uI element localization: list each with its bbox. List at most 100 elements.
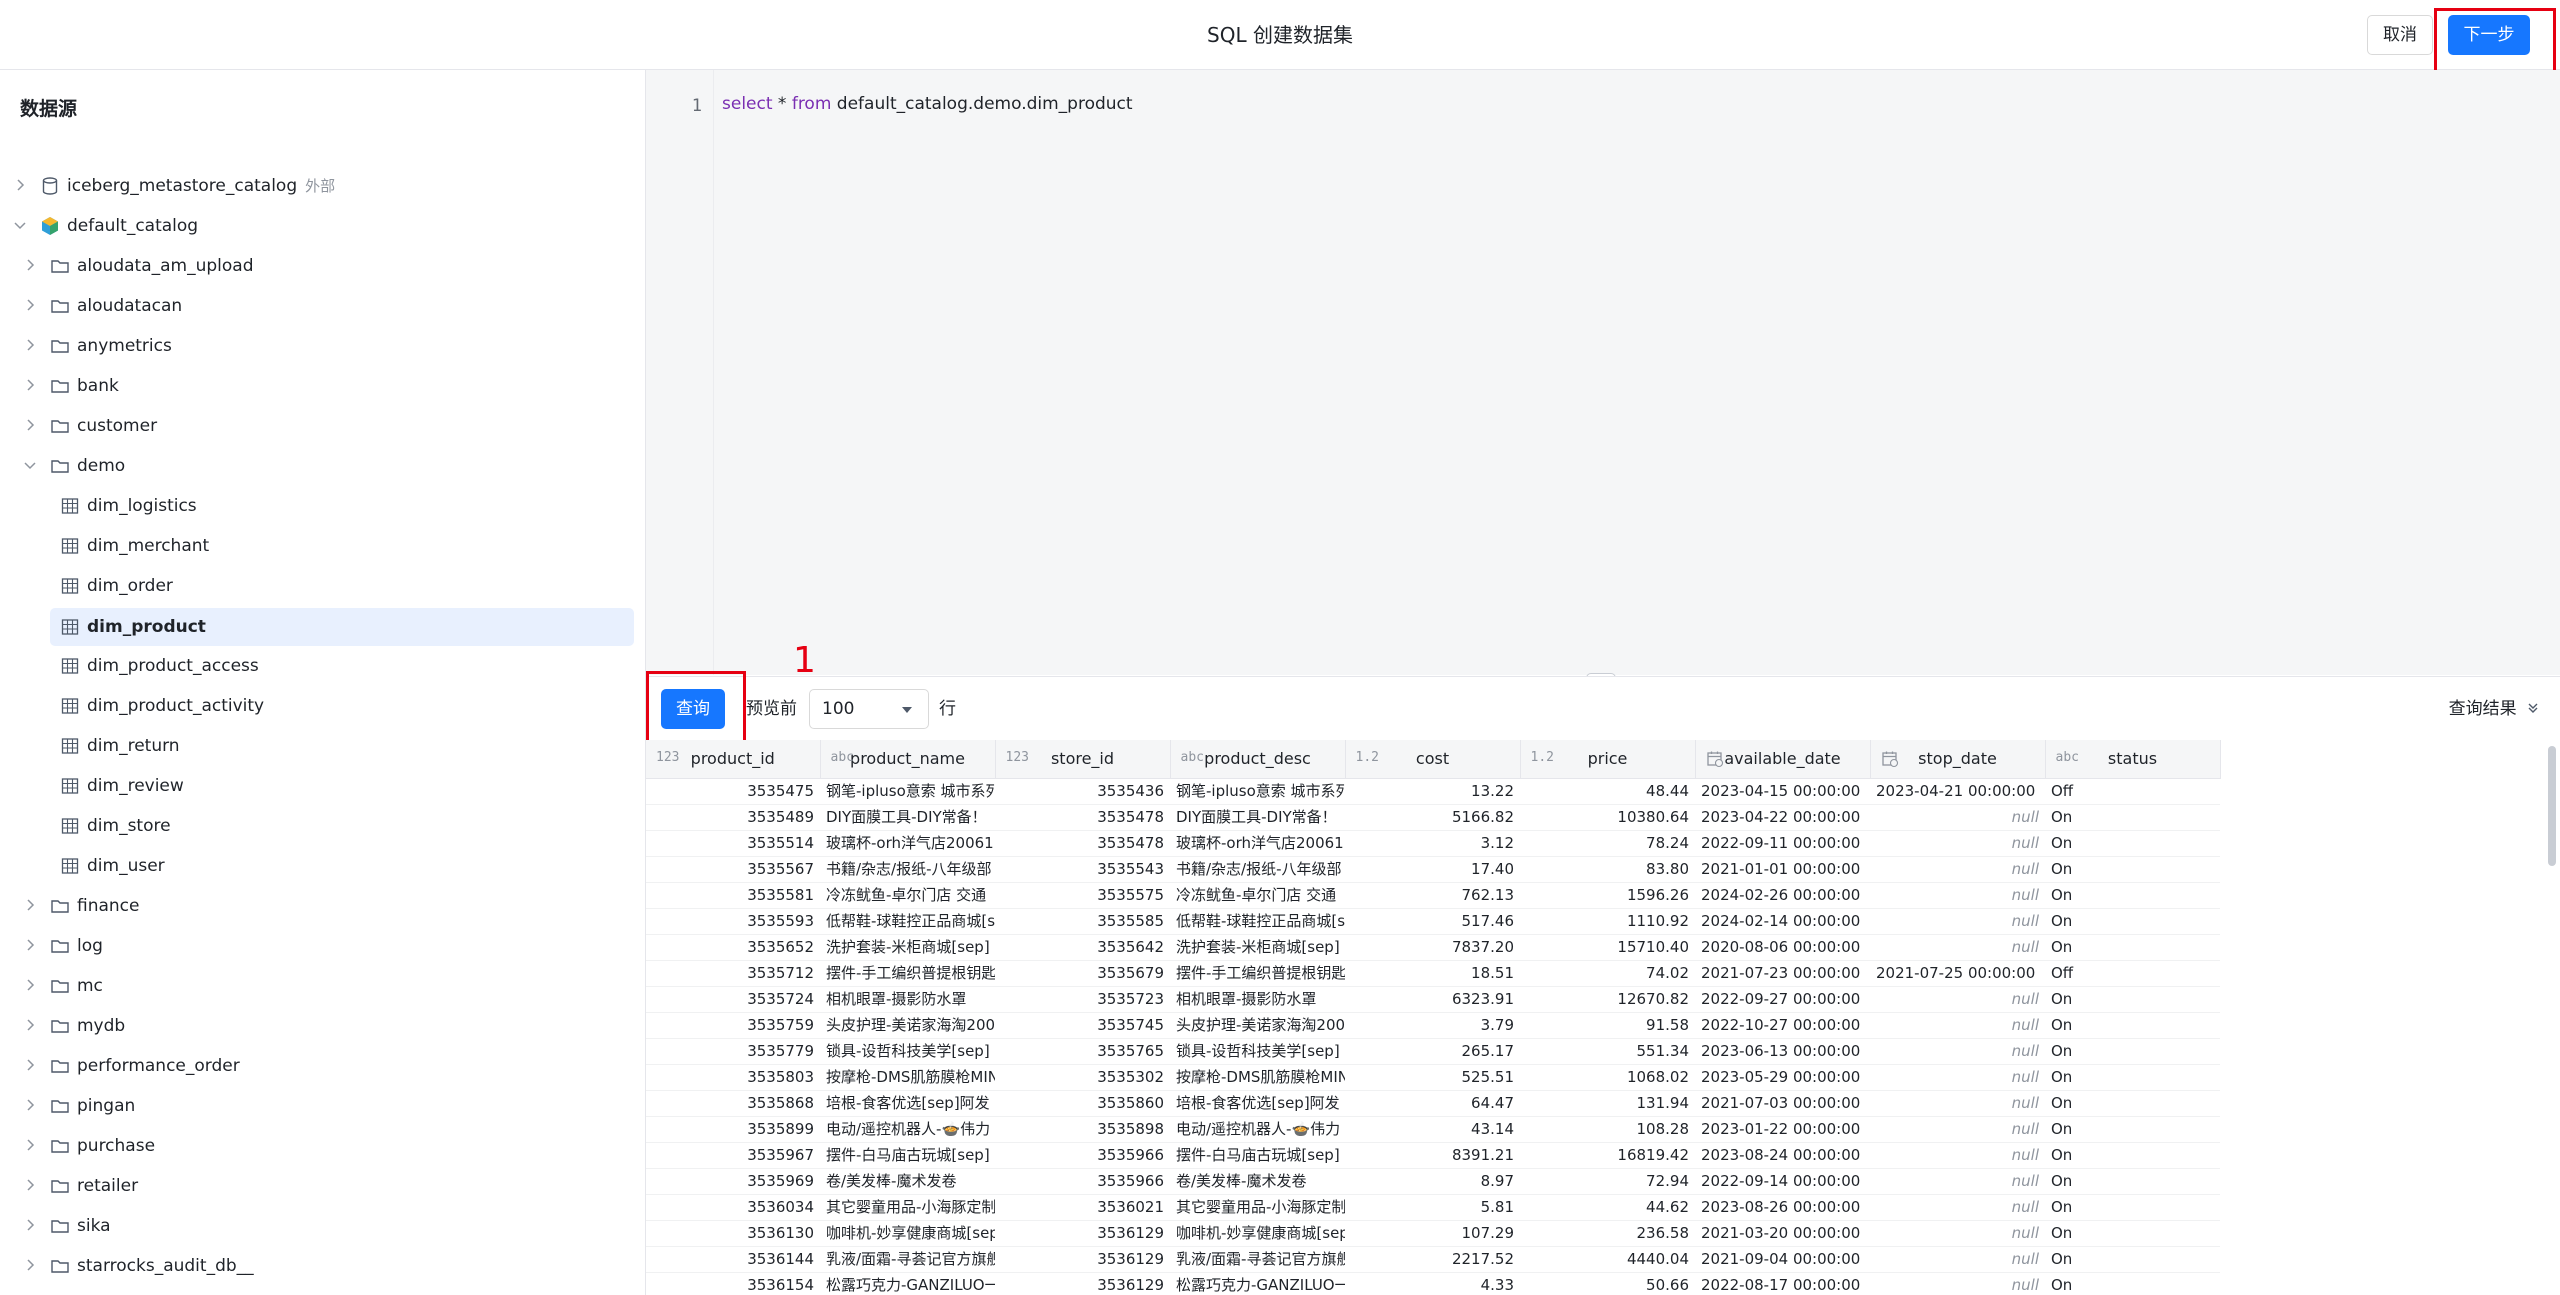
column-header-available-date[interactable]: available_date (1695, 740, 1871, 779)
table-cell: 3.12 (1345, 830, 1520, 857)
chevron-right-icon[interactable] (22, 1017, 38, 1033)
tree-item-dim-product-access[interactable]: dim_product_access (0, 648, 645, 684)
table-row[interactable]: 3535593 低帮鞋-球鞋控正品商城[s 3535585 低帮鞋-球鞋控正品商城[s… (646, 908, 2220, 935)
chevron-right-icon[interactable] (22, 1177, 38, 1193)
table-cell: 相机眼罩-摄影防水罩 (1170, 986, 1345, 1013)
tree-item-dim-merchant[interactable]: dim_merchant (0, 528, 645, 564)
tree-item-log[interactable]: log (0, 928, 645, 964)
table-icon (61, 778, 79, 794)
chevron-down-icon[interactable] (12, 217, 28, 233)
table-row[interactable]: 3535967 摆件-白马庙古玩城[sep] 3535966 摆件-白马庙古玩城[se… (646, 1142, 2220, 1169)
chevron-right-icon[interactable] (22, 1217, 38, 1233)
preview-limit-select[interactable]: 100 (809, 689, 929, 729)
tree-item-purchase[interactable]: purchase (0, 1128, 645, 1164)
chevron-right-icon[interactable] (22, 977, 38, 993)
sql-code-line[interactable]: select * from default_catalog.demo.dim_p… (722, 94, 1133, 114)
chevron-down-icon[interactable] (22, 457, 38, 473)
column-header-product-name[interactable]: abc product_name (820, 740, 996, 779)
tree-item-aloudata-am-upload[interactable]: aloudata_am_upload (0, 248, 645, 284)
column-header-status[interactable]: abc status (2045, 740, 2221, 779)
vertical-scrollbar[interactable] (2548, 746, 2556, 866)
column-header-store-id[interactable]: 123 store_id (995, 740, 1171, 779)
folder-icon (51, 300, 69, 313)
table-row[interactable]: 3535899 电动/遥控机器人-🍲伟力 3535898 电动/遥控机器人-🍲伟力 43… (646, 1116, 2220, 1143)
table-row[interactable]: 3535567 书籍/杂志/报纸-八年级部 3535543 书籍/杂志/报纸-八年级部… (646, 856, 2220, 883)
chevron-right-icon[interactable] (22, 297, 38, 313)
tree-item-dim-order[interactable]: dim_order (0, 568, 645, 604)
chevron-right-icon[interactable] (22, 1137, 38, 1153)
column-header-product-id[interactable]: 123 product_id (646, 740, 821, 779)
tree-item-customer[interactable]: customer (0, 408, 645, 444)
table-cell: 3535779 (646, 1038, 820, 1065)
tree-item-sika[interactable]: sika (0, 1208, 645, 1244)
table-row[interactable]: 3535803 按摩枪-DMS肌筋膜枪MIN 3535302 按摩枪-DMS肌筋膜枪M… (646, 1064, 2220, 1091)
sql-editor[interactable]: 1 select * from default_catalog.demo.dim… (646, 70, 2560, 675)
tree-item-mydb[interactable]: mydb (0, 1008, 645, 1044)
table-cell: 3536129 (995, 1246, 1170, 1273)
table-row[interactable]: 3535712 摆件-手工编织普提根钥匙 3535679 摆件-手工编织普提根钥匙 18… (646, 960, 2220, 987)
tree-item-dim-user[interactable]: dim_user (0, 848, 645, 884)
tree-item-dim-review[interactable]: dim_review (0, 768, 645, 804)
table-row[interactable]: 3535868 培根-食客优选[sep]阿发 3535860 培根-食客优选[sep]… (646, 1090, 2220, 1117)
tree-item-performance-order[interactable]: performance_order (0, 1048, 645, 1084)
tree-item-iceberg-catalog[interactable]: iceberg_metastore_catalog 外部 (0, 168, 645, 204)
chevron-right-icon[interactable] (22, 1257, 38, 1273)
chevron-right-icon[interactable] (22, 337, 38, 353)
tree-item-anymetrics[interactable]: anymetrics (0, 328, 645, 364)
tree-item-pingan[interactable]: pingan (0, 1088, 645, 1124)
table-row[interactable]: 3535759 头皮护理-美诺家海淘200 3535745 头皮护理-美诺家海淘200… (646, 1012, 2220, 1039)
folder-icon (51, 940, 69, 953)
chevron-right-icon[interactable] (22, 1097, 38, 1113)
table-row[interactable]: 3536144 乳液/面霜-寻荟记官方旗舰 3536129 乳液/面霜-寻荟记官方旗舰… (646, 1246, 2220, 1273)
table-cell: null (1870, 1038, 2045, 1065)
chevron-right-icon[interactable] (22, 937, 38, 953)
column-header-cost[interactable]: 1.2 cost (1345, 740, 1521, 779)
tree-item-label: default_catalog (67, 216, 199, 236)
table-row[interactable]: 3535724 相机眼罩-摄影防水罩 3535723 相机眼罩-摄影防水罩 6323.9… (646, 986, 2220, 1013)
tree-item-demo[interactable]: demo (0, 448, 645, 484)
table-cell: 3535899 (646, 1116, 820, 1143)
table-row[interactable]: 3536034 其它婴童用品-小海豚定制 3536021 其它婴童用品-小海豚定制 5.… (646, 1194, 2220, 1221)
table-icon (61, 858, 79, 874)
table-cell: 78.24 (1520, 830, 1695, 857)
table-row[interactable]: 3535779 锁具-设哲科技美学[sep] 3535765 锁具-设哲科技美学[se… (646, 1038, 2220, 1065)
tree-item-dim-product[interactable]: dim_product (0, 608, 645, 646)
chevron-right-icon[interactable] (12, 177, 28, 193)
table-row[interactable]: 3536130 咖啡机-妙享健康商城[sep 3536129 咖啡机-妙享健康商城[s… (646, 1220, 2220, 1247)
table-cell: 3535475 (646, 778, 820, 805)
column-header-price[interactable]: 1.2 price (1520, 740, 1696, 779)
chevron-right-icon[interactable] (22, 417, 38, 433)
table-row[interactable]: 3535652 洗护套装-米柜商城[sep] 3535642 洗护套装-米柜商城[se… (646, 934, 2220, 961)
cancel-button[interactable]: 取消 (2367, 15, 2433, 55)
tree-item-mc[interactable]: mc (0, 968, 645, 1004)
tree-item-dim-logistics[interactable]: dim_logistics (0, 488, 645, 524)
tree-item-retailer[interactable]: retailer (0, 1168, 645, 1204)
table-row[interactable]: 3535514 玻璃杯-orh洋气店20061 3535478 玻璃杯-orh洋气店2… (646, 830, 2220, 857)
table-row[interactable]: 3535581 冷冻鱿鱼-卓尔门店 交通 3535575 冷冻鱿鱼-卓尔门店 交通 76… (646, 882, 2220, 909)
table-row[interactable]: 3535489 DIY面膜工具-DIY常备！ 3535478 DIY面膜工具-DIY常… (646, 804, 2220, 831)
tree-item-bank[interactable]: bank (0, 368, 645, 404)
column-header-stop-date[interactable]: stop_date (1870, 740, 2046, 779)
tree-item-dim-return[interactable]: dim_return (0, 728, 645, 764)
tree-item-aloudatacan[interactable]: aloudatacan (0, 288, 645, 324)
query-result-toggle[interactable]: 查询结果 (2449, 677, 2540, 741)
tree-item-dim-store[interactable]: dim_store (0, 808, 645, 844)
table-cell: 培根-食客优选[sep]阿发 (1170, 1090, 1345, 1117)
table-cell: 咖啡机-妙享健康商城[sep (1170, 1220, 1345, 1247)
tree-item-starrocks-audit-db[interactable]: starrocks_audit_db__ (0, 1248, 645, 1284)
tree-item-default-catalog[interactable]: default_catalog (0, 208, 645, 244)
tree-item-finance[interactable]: finance (0, 888, 645, 924)
column-header-product-desc[interactable]: abc product_desc (1170, 740, 1346, 779)
table-cell: null (1870, 1142, 2045, 1169)
chevron-right-icon[interactable] (22, 257, 38, 273)
table-cell: null (1870, 856, 2045, 883)
table-row[interactable]: 3535969 卷/美发棒-魔术发卷 3535966 卷/美发棒-魔术发卷 8.97 72… (646, 1168, 2220, 1195)
chevron-right-icon[interactable] (22, 897, 38, 913)
table-row[interactable]: 3536154 松露巧克力-GANZILUO一 3536129 松露巧克力-GANZI… (646, 1272, 2220, 1295)
table-row[interactable]: 3535475 钢笔-ipluso意索 城市系列 3535436 钢笔-ipluso意… (646, 778, 2220, 805)
chevron-right-icon[interactable] (22, 377, 38, 393)
tree-item-label: dim_store (87, 816, 171, 836)
table-cell: 18.51 (1345, 960, 1520, 987)
chevron-right-icon[interactable] (22, 1057, 38, 1073)
tree-item-dim-product-activity[interactable]: dim_product_activity (0, 688, 645, 724)
